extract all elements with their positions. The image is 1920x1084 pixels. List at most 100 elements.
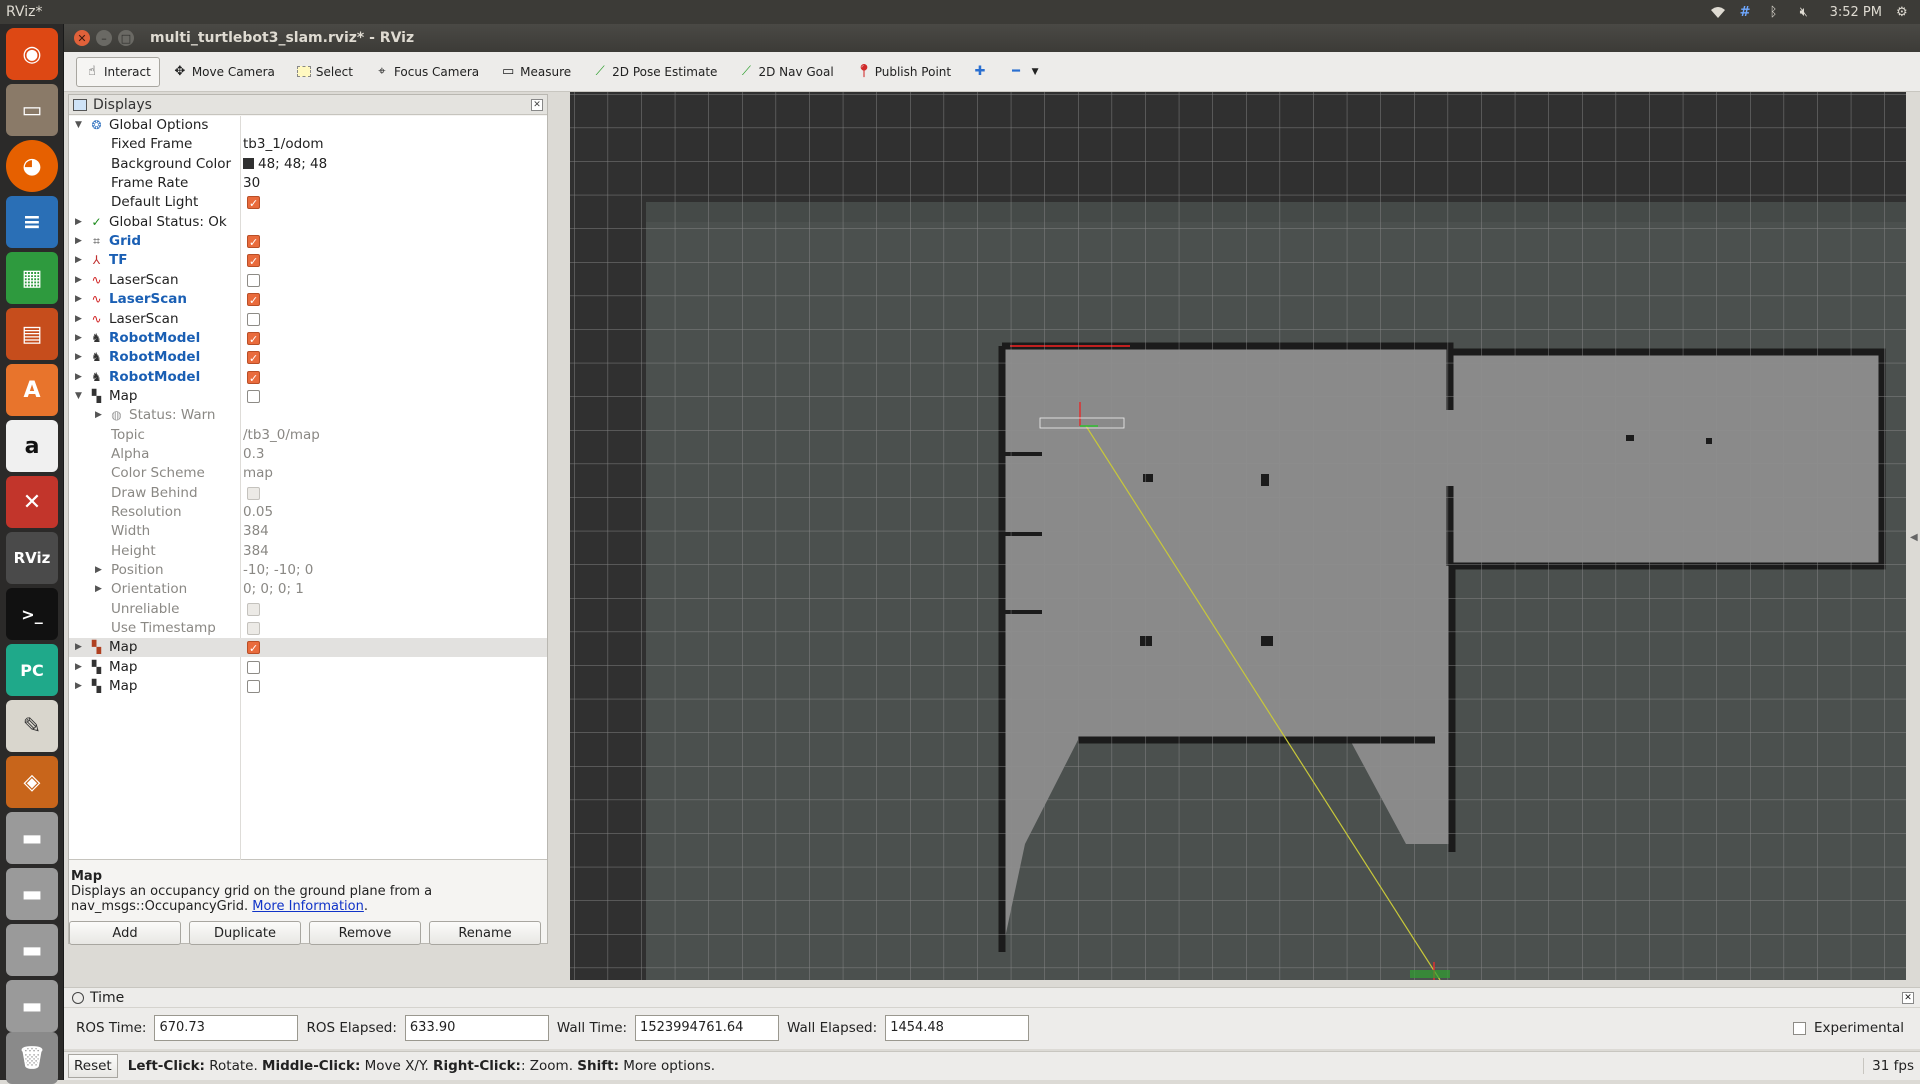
property-value[interactable]: /tb3_0/map [243,427,320,443]
property-value[interactable]: 0; 0; 0; 1 [243,581,304,597]
tree-row[interactable]: ▶ ▚ Map [69,638,547,658]
tree-row[interactable]: Unreliable [69,600,547,619]
add-tool-button[interactable]: ✚ [964,57,996,87]
enable-checkbox[interactable] [247,233,260,252]
ubuntu-dash-icon[interactable]: ◉ [6,28,58,80]
tree-row[interactable]: Default Light [69,193,547,213]
maximize-window-button[interactable]: □ [118,30,134,46]
expand-arrow-icon[interactable]: ▶ [75,271,82,290]
tree-row[interactable]: ▶ ∿ LaserScan [69,310,547,329]
tree-row[interactable]: Width 384 [69,522,547,541]
firefox-icon[interactable]: ◕ [6,140,58,192]
rename-button[interactable]: Rename [429,921,541,945]
expand-arrow-icon[interactable]: ▶ [75,329,82,348]
publish-point-tool-button[interactable]: 📍︎ Publish Point [847,57,960,87]
tree-row[interactable]: Fixed Frame tb3_1/odom [69,135,547,154]
close-window-button[interactable]: ✕ [74,30,90,46]
drive-icon-4[interactable]: ▬ [6,980,58,1032]
files-icon[interactable]: ▭ [6,84,58,136]
color-swatch[interactable] [243,157,254,169]
expand-arrow-icon[interactable]: ▶ [75,290,82,309]
tree-row[interactable]: ▶ ◍ Status: Warn [69,406,547,425]
tree-row[interactable]: ▶ ⅄ TF [69,251,547,271]
enable-checkbox[interactable] [247,349,260,368]
wall-time-field[interactable]: 1523994761.64 [635,1015,780,1041]
enable-checkbox[interactable] [247,639,260,658]
tree-row[interactable]: Resolution 0.05 [69,503,547,522]
enable-checkbox[interactable] [247,680,260,694]
bluetooth-icon[interactable]: ᛒ [1770,5,1786,20]
duplicate-button[interactable]: Duplicate [189,921,301,945]
drive-icon-1[interactable]: ▬ [6,812,58,864]
rviz-icon[interactable]: RViz [6,532,58,584]
property-value-cell[interactable]: 0.3 [243,445,264,464]
property-value-cell[interactable]: 0; 0; 0; 1 [243,580,304,599]
close-panel-icon[interactable]: ✕ [531,98,543,111]
property-value[interactable]: 0.05 [243,504,273,520]
tree-row[interactable]: ▶ ▚ Map [69,658,547,677]
property-value-cell[interactable]: map [243,464,273,483]
more-information-link[interactable]: More Information [252,899,364,914]
property-value[interactable]: 0.3 [243,446,264,462]
expand-arrow-icon[interactable]: ▶ [75,658,82,677]
enable-checkbox[interactable] [247,660,260,674]
property-value[interactable]: 384 [243,523,269,539]
property-value[interactable]: 384 [243,543,269,559]
experimental-toggle[interactable]: Experimental [1792,1020,1904,1036]
wifi-icon[interactable] [1710,5,1726,19]
tree-row[interactable]: ▶ Orientation 0; 0; 0; 1 [69,580,547,599]
property-value-cell[interactable]: 384 [243,542,269,561]
keyboard-layout-icon[interactable]: # [1740,5,1756,20]
tree-row[interactable]: Use Timestamp [69,619,547,638]
tree-row[interactable]: Height 384 [69,542,547,561]
enable-checkbox[interactable] [247,273,260,287]
drive-icon-2[interactable]: ▬ [6,868,58,920]
tree-row[interactable]: Topic/tb3_0/map [69,426,547,445]
drive-icon-3[interactable]: ▬ [6,924,58,976]
enable-checkbox[interactable] [247,369,260,388]
ros-elapsed-field[interactable]: 633.90 [404,1015,549,1041]
trash-icon[interactable]: 🗑︎ [6,1032,58,1084]
software-center-icon[interactable]: A [6,364,58,416]
property-value[interactable]: map [243,465,273,481]
property-value[interactable]: -10; -10; 0 [243,562,313,578]
property-value-cell[interactable]: /tb3_0/map [243,426,320,445]
wall-elapsed-field[interactable]: 1454.48 [885,1015,1030,1041]
expand-arrow-icon[interactable]: ▶ [95,580,102,599]
tree-row[interactable]: ▼ ❂ Global Options [69,116,547,135]
property-value[interactable]: 48; 48; 48 [258,156,327,172]
select-tool-button[interactable]: Select [288,57,362,87]
property-value-cell[interactable]: 384 [243,522,269,541]
nav-goal-tool-button[interactable]: ⟋ 2D Nav Goal [730,57,842,87]
clock[interactable]: 3:52 PM [1830,5,1882,20]
right-collapse-arrow[interactable]: ◀ [1910,532,1918,543]
settings-gear-icon[interactable]: ⚙ [1896,5,1912,20]
reset-button[interactable]: Reset [68,1054,118,1078]
3d-viewport[interactable]: ◀ [570,92,1906,980]
expand-arrow-icon[interactable]: ▶ [75,638,82,657]
impress-icon[interactable]: ▤ [6,308,58,360]
tree-row[interactable]: ▶ ✓ Global Status: Ok [69,213,547,232]
expand-arrow-icon[interactable]: ▶ [95,561,102,580]
pycharm-icon[interactable]: PC [6,644,58,696]
focus-camera-tool-button[interactable]: ⌖ Focus Camera [366,57,488,87]
writer-icon[interactable]: ≡ [6,196,58,248]
text-editor-icon[interactable]: ✎ [6,700,58,752]
tree-row[interactable]: ▶ ∿ LaserScan [69,290,547,310]
tree-row[interactable]: ▶ ▚ Map [69,677,547,696]
expand-arrow-icon[interactable]: ▶ [75,232,82,251]
virtualbox-icon[interactable]: ◈ [6,756,58,808]
property-value-cell[interactable]: 0.05 [243,503,273,522]
expand-arrow-icon[interactable]: ▶ [75,251,82,270]
property-value-cell[interactable]: 30 [243,174,260,193]
experimental-checkbox[interactable] [1792,1021,1806,1035]
remove-button[interactable]: Remove [309,921,421,945]
tree-row[interactable]: ▶ ♞ RobotModel [69,368,547,388]
expand-arrow-icon[interactable]: ▶ [75,368,82,387]
enable-checkbox[interactable] [247,312,260,326]
property-value[interactable]: tb3_1/odom [243,136,324,152]
property-value-cell[interactable]: 48; 48; 48 [243,155,327,174]
expand-arrow-icon[interactable]: ▶ [75,213,82,232]
tree-row[interactable]: ▼ ▚ Map [69,387,547,406]
collapse-arrow-icon[interactable]: ▼ [75,387,82,406]
